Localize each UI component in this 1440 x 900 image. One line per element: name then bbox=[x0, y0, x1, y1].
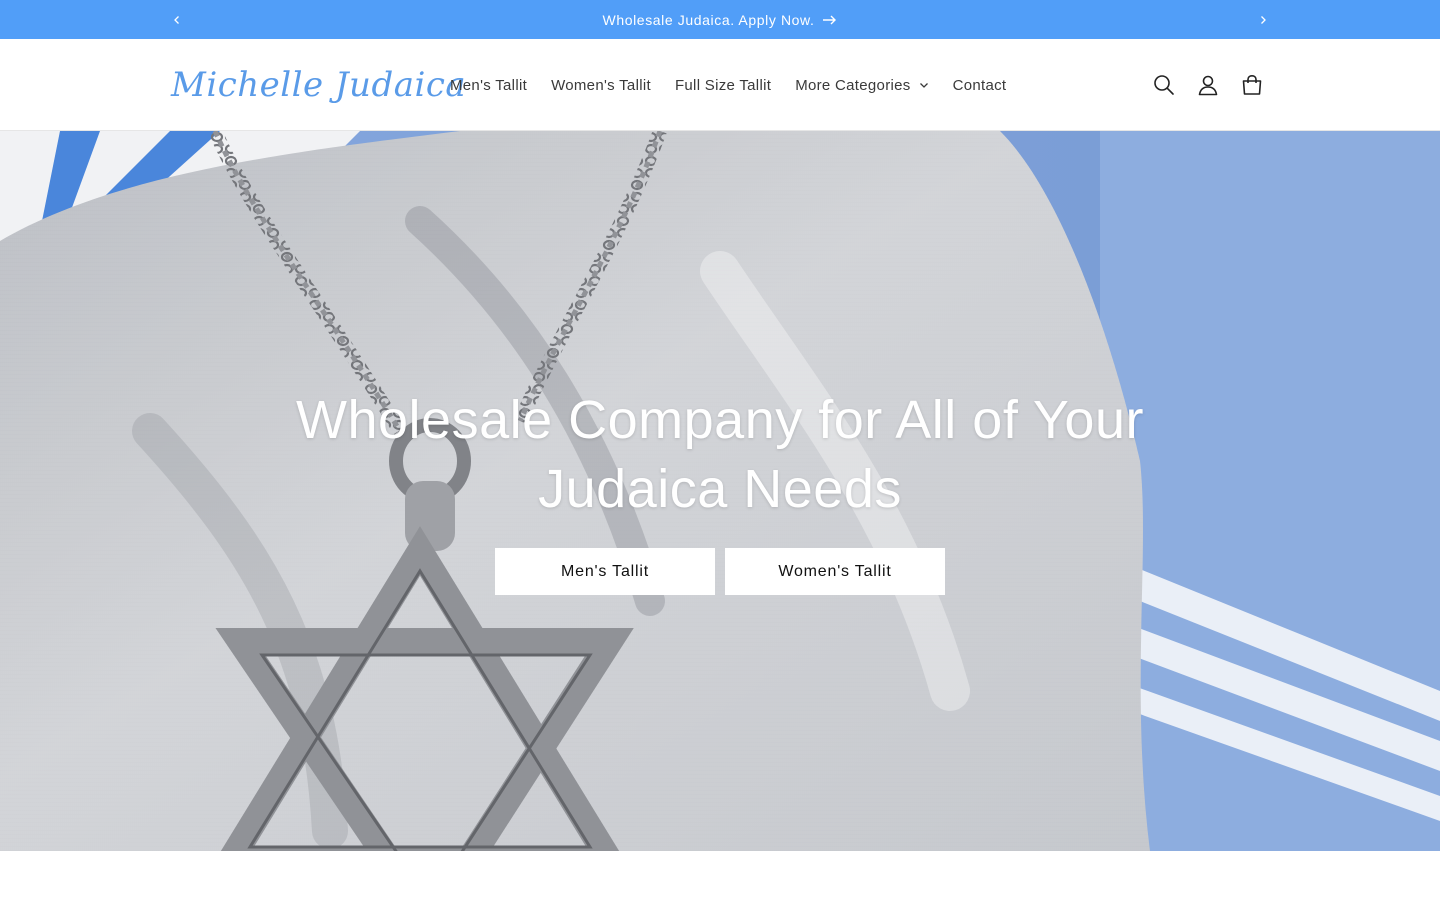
hero-buttons: Men's Tallit Women's Tallit bbox=[0, 548, 1440, 595]
chevron-left-icon bbox=[174, 15, 179, 24]
nav-item-more-categories-label: More Categories bbox=[795, 76, 911, 94]
header-icons bbox=[1142, 63, 1274, 107]
nav-item-womens-tallit[interactable]: Women's Tallit bbox=[539, 65, 663, 105]
announcement-bar: Wholesale Judaica. Apply Now. bbox=[0, 0, 1440, 39]
chevron-right-icon bbox=[1261, 15, 1266, 24]
announcement-link[interactable]: Wholesale Judaica. Apply Now. bbox=[603, 12, 838, 28]
search-button[interactable] bbox=[1142, 63, 1186, 107]
hero-content: Wholesale Company for All of Your Judaic… bbox=[0, 386, 1440, 595]
site-header: Michelle Judaica Men's Tallit Women's Ta… bbox=[0, 39, 1440, 131]
hero-mens-tallit-button[interactable]: Men's Tallit bbox=[495, 548, 715, 595]
search-icon bbox=[1154, 75, 1174, 95]
site-logo[interactable]: Michelle Judaica bbox=[171, 61, 466, 109]
nav-item-mens-tallit[interactable]: Men's Tallit bbox=[438, 65, 539, 105]
hero-womens-tallit-button[interactable]: Women's Tallit bbox=[725, 548, 945, 595]
main-nav: Men's Tallit Women's Tallit Full Size Ta… bbox=[438, 39, 1018, 131]
hero-title-line1: Wholesale Company for All of Your bbox=[296, 390, 1144, 450]
announcement-next-button[interactable] bbox=[1247, 0, 1279, 39]
cart-icon bbox=[1242, 74, 1262, 95]
hero-title-line2: Judaica Needs bbox=[538, 459, 902, 519]
arrow-right-icon bbox=[823, 15, 837, 25]
account-icon bbox=[1198, 75, 1218, 96]
announcement-prev-button[interactable] bbox=[161, 0, 193, 39]
nav-item-full-size-tallit[interactable]: Full Size Tallit bbox=[663, 65, 783, 105]
chevron-down-icon bbox=[919, 82, 929, 89]
account-button[interactable] bbox=[1186, 63, 1230, 107]
hero-banner: Wholesale Company for All of Your Judaic… bbox=[0, 131, 1440, 851]
nav-item-more-categories[interactable]: More Categories bbox=[783, 65, 940, 105]
nav-item-contact[interactable]: Contact bbox=[941, 65, 1019, 105]
hero-title: Wholesale Company for All of Your Judaic… bbox=[0, 386, 1440, 524]
announcement-text: Wholesale Judaica. Apply Now. bbox=[602, 11, 815, 28]
cart-button[interactable] bbox=[1230, 63, 1274, 107]
